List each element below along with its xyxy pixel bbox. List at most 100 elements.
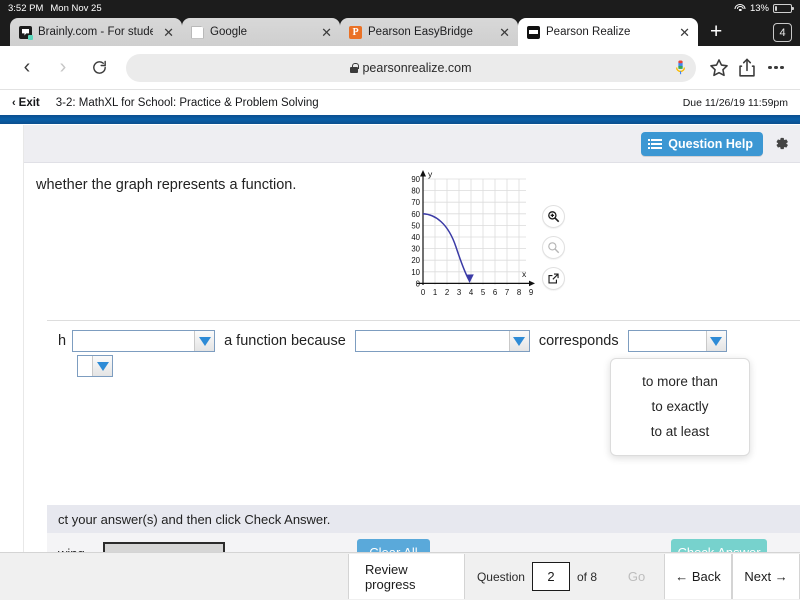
- svg-text:3: 3: [457, 288, 461, 297]
- svg-text:0: 0: [421, 288, 426, 297]
- close-icon[interactable]: ✕: [497, 26, 512, 39]
- browser-window: 3:52 PM Mon Nov 25 13% Brainly.com - For…: [0, 0, 800, 600]
- pop-out-icon: [548, 273, 559, 284]
- browser-tab-easybridge[interactable]: P Pearson EasyBridge ✕: [340, 18, 518, 46]
- browser-tab-google[interactable]: Google ✕: [182, 18, 340, 46]
- go-button[interactable]: Go: [609, 553, 664, 600]
- browser-toolbar: ‹ › pearsonrealize.com: [0, 46, 800, 90]
- chevron-down-icon: [92, 356, 112, 376]
- zoom-in-button[interactable]: [542, 205, 565, 228]
- answer-dropdown-4[interactable]: [77, 355, 113, 377]
- forward-button[interactable]: ›: [48, 53, 78, 83]
- browser-tab-brainly[interactable]: Brainly.com - For students ✕: [10, 18, 182, 46]
- next-label: Next: [744, 569, 772, 584]
- status-time: 3:52 PM: [8, 2, 44, 14]
- ios-status-bar: 3:52 PM Mon Nov 25 13%: [0, 0, 800, 16]
- svg-text:10: 10: [411, 268, 420, 277]
- tab-count-button[interactable]: 4: [773, 23, 792, 42]
- share-icon[interactable]: [736, 57, 758, 79]
- answer-line-1: h a function because corresponds: [47, 330, 800, 352]
- exit-button[interactable]: ‹ Exit: [12, 97, 40, 109]
- exercise-panel: Question Help whether the graph represen…: [23, 125, 800, 552]
- battery-icon: [773, 3, 794, 13]
- assignment-header: ‹ Exit 3-2: MathXL for School: Practice …: [0, 90, 800, 115]
- dropdown-option-2[interactable]: to at least: [611, 419, 749, 444]
- browser-tab-realize[interactable]: Pearson Realize ✕: [518, 18, 698, 46]
- list-icon: [647, 138, 663, 149]
- more-options-icon[interactable]: [764, 65, 788, 70]
- chevron-left-icon: ‹: [12, 96, 16, 109]
- arrow-right-icon: →: [774, 569, 788, 584]
- answer-input-box[interactable]: [103, 542, 225, 552]
- graph-tools: [542, 205, 565, 290]
- back-button[interactable]: ‹: [12, 53, 42, 83]
- status-left: 3:52 PM Mon Nov 25: [8, 3, 102, 14]
- question-help-bar: Question Help: [24, 125, 800, 163]
- exercise-content: Question Help whether the graph represen…: [0, 125, 800, 552]
- clear-all-button[interactable]: Clear All: [357, 539, 430, 552]
- svg-text:50: 50: [411, 221, 420, 230]
- due-date: Due 11/26/19 11:59pm: [682, 96, 788, 109]
- graph-gridlines: [422, 178, 526, 285]
- svg-text:6: 6: [493, 288, 497, 297]
- function-graph: y x 90 80 70 60 50 40 30 20 10 0 0 1 2 3…: [402, 167, 540, 307]
- review-progress-button[interactable]: Review progress: [347, 554, 465, 599]
- back-question-button[interactable]: ← Back: [664, 554, 732, 599]
- reload-button[interactable]: [84, 53, 114, 83]
- pearson-p-icon: P: [349, 25, 362, 39]
- arrow-left-icon: ←: [675, 569, 689, 584]
- y-axis-label: y: [428, 169, 433, 179]
- dropdown-menu[interactable]: to more than to exactly to at least: [610, 358, 750, 456]
- close-icon[interactable]: ✕: [319, 26, 334, 39]
- close-icon[interactable]: ✕: [161, 26, 176, 39]
- answer-dropdown-2[interactable]: [354, 330, 530, 352]
- question-help-button[interactable]: Question Help: [641, 131, 763, 156]
- new-tab-button[interactable]: +: [698, 21, 734, 42]
- question-total-label: of 8: [576, 569, 597, 584]
- chevron-down-icon: [705, 331, 726, 351]
- reload-icon: [92, 60, 106, 74]
- battery-percent: 13%: [749, 2, 769, 14]
- close-icon[interactable]: ✕: [677, 26, 692, 39]
- address-bar[interactable]: pearsonrealize.com: [126, 53, 697, 82]
- blue-accent-bar: [0, 115, 800, 124]
- svg-text:70: 70: [411, 198, 420, 207]
- wifi-icon: [734, 3, 746, 13]
- graph-axes: [417, 173, 532, 285]
- pop-out-button[interactable]: [542, 267, 565, 290]
- exit-label: Exit: [18, 96, 40, 109]
- y-tick-labels: 90 80 70 60 50 40 30 20 10 0: [411, 175, 420, 288]
- exercise-navigation-bar: Review progress Question of 8 Go ← Back …: [0, 552, 800, 600]
- chevron-down-icon: [508, 331, 529, 351]
- bookmark-star-icon[interactable]: [708, 57, 730, 79]
- svg-text:4: 4: [469, 288, 474, 297]
- x-axis-label: x: [522, 269, 527, 279]
- zoom-out-button[interactable]: [542, 236, 565, 259]
- svg-text:80: 80: [411, 187, 420, 196]
- answer-dropdown-1[interactable]: [72, 330, 216, 352]
- url-text: pearsonrealize.com: [362, 60, 472, 75]
- dropdown-option-1[interactable]: to exactly: [611, 394, 749, 419]
- svg-text:8: 8: [517, 288, 521, 297]
- next-question-button[interactable]: Next →: [732, 554, 800, 599]
- svg-text:90: 90: [411, 175, 420, 184]
- svg-text:30: 30: [411, 245, 420, 254]
- dropdown-option-0[interactable]: to more than: [611, 369, 749, 394]
- document-icon: [191, 25, 204, 39]
- check-answer-button[interactable]: Check Answer: [671, 539, 767, 552]
- status-right: 13%: [734, 2, 794, 14]
- gear-icon[interactable]: [773, 135, 790, 152]
- answer-lead-fragment: h: [58, 333, 67, 349]
- svg-text:60: 60: [411, 210, 420, 219]
- chevron-down-icon: [194, 331, 215, 351]
- answer-mid-fragment: a function because: [224, 333, 346, 349]
- microphone-icon[interactable]: [675, 59, 686, 76]
- zoom-in-icon: [548, 211, 560, 223]
- graph-curve: [422, 213, 470, 280]
- question-body: whether the graph represents a function.: [24, 163, 800, 297]
- x-axis-arrow: [529, 280, 535, 287]
- svg-text:9: 9: [529, 288, 533, 297]
- answer-dropdown-3[interactable]: [627, 330, 727, 352]
- svg-text:2: 2: [445, 288, 449, 297]
- question-number-input[interactable]: [531, 562, 570, 591]
